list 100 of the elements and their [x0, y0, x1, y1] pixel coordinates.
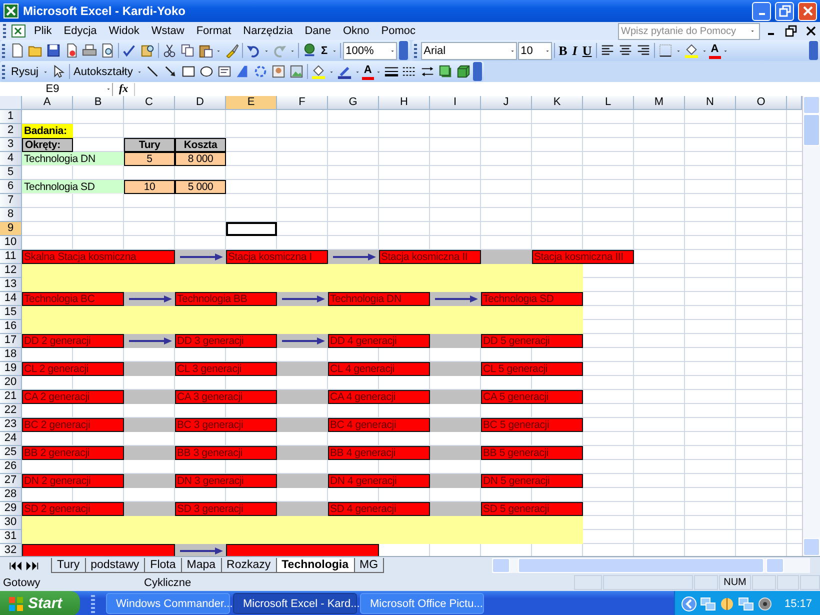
menu-item[interactable]: Wstaw [146, 25, 190, 37]
row-header[interactable]: 21 [0, 390, 22, 404]
print-icon[interactable] [81, 43, 98, 58]
row-header[interactable]: 5 [0, 166, 22, 180]
text-box-icon[interactable] [216, 64, 233, 79]
copy-icon[interactable] [179, 43, 196, 58]
tray-app-icon[interactable] [719, 596, 736, 612]
toolbar-options-icon[interactable] [472, 62, 482, 81]
column-header[interactable]: N [685, 96, 736, 110]
grip-handle[interactable] [2, 44, 5, 58]
row-header[interactable]: 27 [0, 474, 22, 488]
taskbar-button[interactable]: Microsoft Excel - Kard... [233, 593, 357, 614]
taskbar-button[interactable]: Windows Commander... [106, 593, 230, 614]
picture-icon[interactable] [288, 64, 305, 79]
insert-function-button[interactable]: fx [113, 83, 134, 95]
row-header[interactable]: 18 [0, 348, 22, 362]
bold-button[interactable]: B [556, 42, 570, 58]
column-header[interactable]: G [328, 96, 379, 110]
sheet-tab[interactable]: Tury [51, 558, 86, 573]
restore-button[interactable] [775, 2, 794, 20]
column-header[interactable]: D [175, 96, 226, 110]
column-header[interactable]: O [736, 96, 787, 110]
menu-item[interactable]: Pomoc [376, 25, 421, 37]
row-header[interactable]: 19 [0, 362, 22, 376]
font-size-dropdown[interactable]: 10 [518, 42, 552, 60]
row-header[interactable]: 23 [0, 418, 22, 432]
save-icon[interactable] [45, 43, 62, 58]
undo-icon[interactable] [245, 43, 262, 58]
sheet-tab[interactable]: Technologia [276, 558, 355, 573]
column-header[interactable]: K [532, 96, 583, 110]
row-header[interactable]: 4 [0, 152, 22, 166]
row-header[interactable]: 16 [0, 320, 22, 334]
sheet-tab[interactable]: MG [354, 558, 384, 573]
help-search-field[interactable]: Wpisz pytanie do Pomocy [618, 22, 760, 40]
menu-item[interactable]: Format [191, 25, 236, 37]
column-header[interactable]: I [430, 96, 481, 110]
row-header[interactable]: 29 [0, 502, 22, 516]
workbook-icon[interactable] [11, 23, 27, 39]
autoshapes-menu-button[interactable]: Autokształty [72, 66, 135, 78]
row-header[interactable]: 28 [0, 488, 22, 502]
pen-icon[interactable] [336, 64, 353, 79]
sheet-tab[interactable]: Flota [144, 558, 182, 573]
research-icon[interactable] [139, 43, 156, 58]
grip-handle[interactable] [3, 24, 6, 38]
column-header[interactable]: B [73, 96, 124, 110]
column-header[interactable]: H [379, 96, 430, 110]
row-header[interactable]: 10 [0, 236, 22, 250]
column-header[interactable]: C [124, 96, 175, 110]
restore-icon[interactable] [785, 25, 797, 37]
menu-item[interactable]: Narzędzia [238, 25, 298, 37]
row-header[interactable]: 20 [0, 376, 22, 390]
column-header[interactable]: E [226, 96, 277, 110]
column-header[interactable]: J [481, 96, 532, 110]
row-header[interactable]: 22 [0, 404, 22, 418]
column-header[interactable]: L [583, 96, 634, 110]
fill-color-icon[interactable] [310, 64, 327, 79]
speaker-icon[interactable] [757, 596, 774, 612]
grip-handle[interactable] [414, 44, 417, 58]
row-header[interactable]: 12 [0, 264, 22, 278]
row-header[interactable]: 1 [0, 110, 22, 124]
row-header[interactable]: 25 [0, 446, 22, 460]
row-header[interactable]: 26 [0, 460, 22, 474]
row-header[interactable]: 11 [0, 250, 22, 264]
menu-item[interactable]: Plik [29, 25, 57, 37]
row-header[interactable]: 17 [0, 334, 22, 348]
horizontal-scrollbar[interactable] [492, 558, 810, 573]
row-header[interactable]: 9 [0, 222, 22, 236]
menu-item[interactable]: Okno [338, 25, 374, 37]
vertical-scrollbar[interactable] [802, 96, 820, 556]
row-header[interactable]: 13 [0, 278, 22, 292]
autosum-button[interactable]: Σ [319, 44, 330, 56]
row-header[interactable]: 2 [0, 124, 22, 138]
toolbar-options-icon[interactable] [398, 41, 408, 60]
fill-color-icon[interactable] [682, 43, 700, 58]
minimize-button[interactable] [752, 2, 771, 20]
start-button[interactable]: Start [0, 591, 80, 615]
menu-item[interactable]: Edycja [58, 25, 102, 37]
active-cell[interactable] [226, 222, 277, 236]
rectangle-icon[interactable] [180, 64, 197, 79]
borders-icon[interactable] [656, 43, 674, 58]
draw-menu-button[interactable]: Rysuj [9, 66, 41, 78]
sheet-tab[interactable]: Rozkazy [220, 558, 277, 573]
grip-handle[interactable] [2, 64, 5, 78]
sheet-tab[interactable]: podstawy [84, 558, 146, 573]
sheet-tab[interactable]: Mapa [180, 558, 222, 573]
row-header[interactable]: 7 [0, 194, 22, 208]
row-header[interactable]: 3 [0, 138, 22, 152]
zoom-dropdown[interactable]: 100% [342, 42, 397, 60]
3d-box-icon[interactable] [454, 64, 472, 79]
menu-item[interactable]: Dane [300, 25, 336, 37]
row-header[interactable]: 32 [0, 544, 22, 556]
underline-button[interactable]: U [580, 42, 594, 58]
italic-button[interactable]: I [570, 42, 580, 58]
row-header[interactable]: 6 [0, 180, 22, 194]
column-header[interactable]: M [634, 96, 685, 110]
close-icon[interactable] [805, 25, 817, 37]
menu-item[interactable]: Widok [104, 25, 144, 37]
row-header[interactable]: 14 [0, 292, 22, 306]
network-icon[interactable] [700, 596, 716, 612]
cut-icon[interactable] [161, 43, 178, 58]
